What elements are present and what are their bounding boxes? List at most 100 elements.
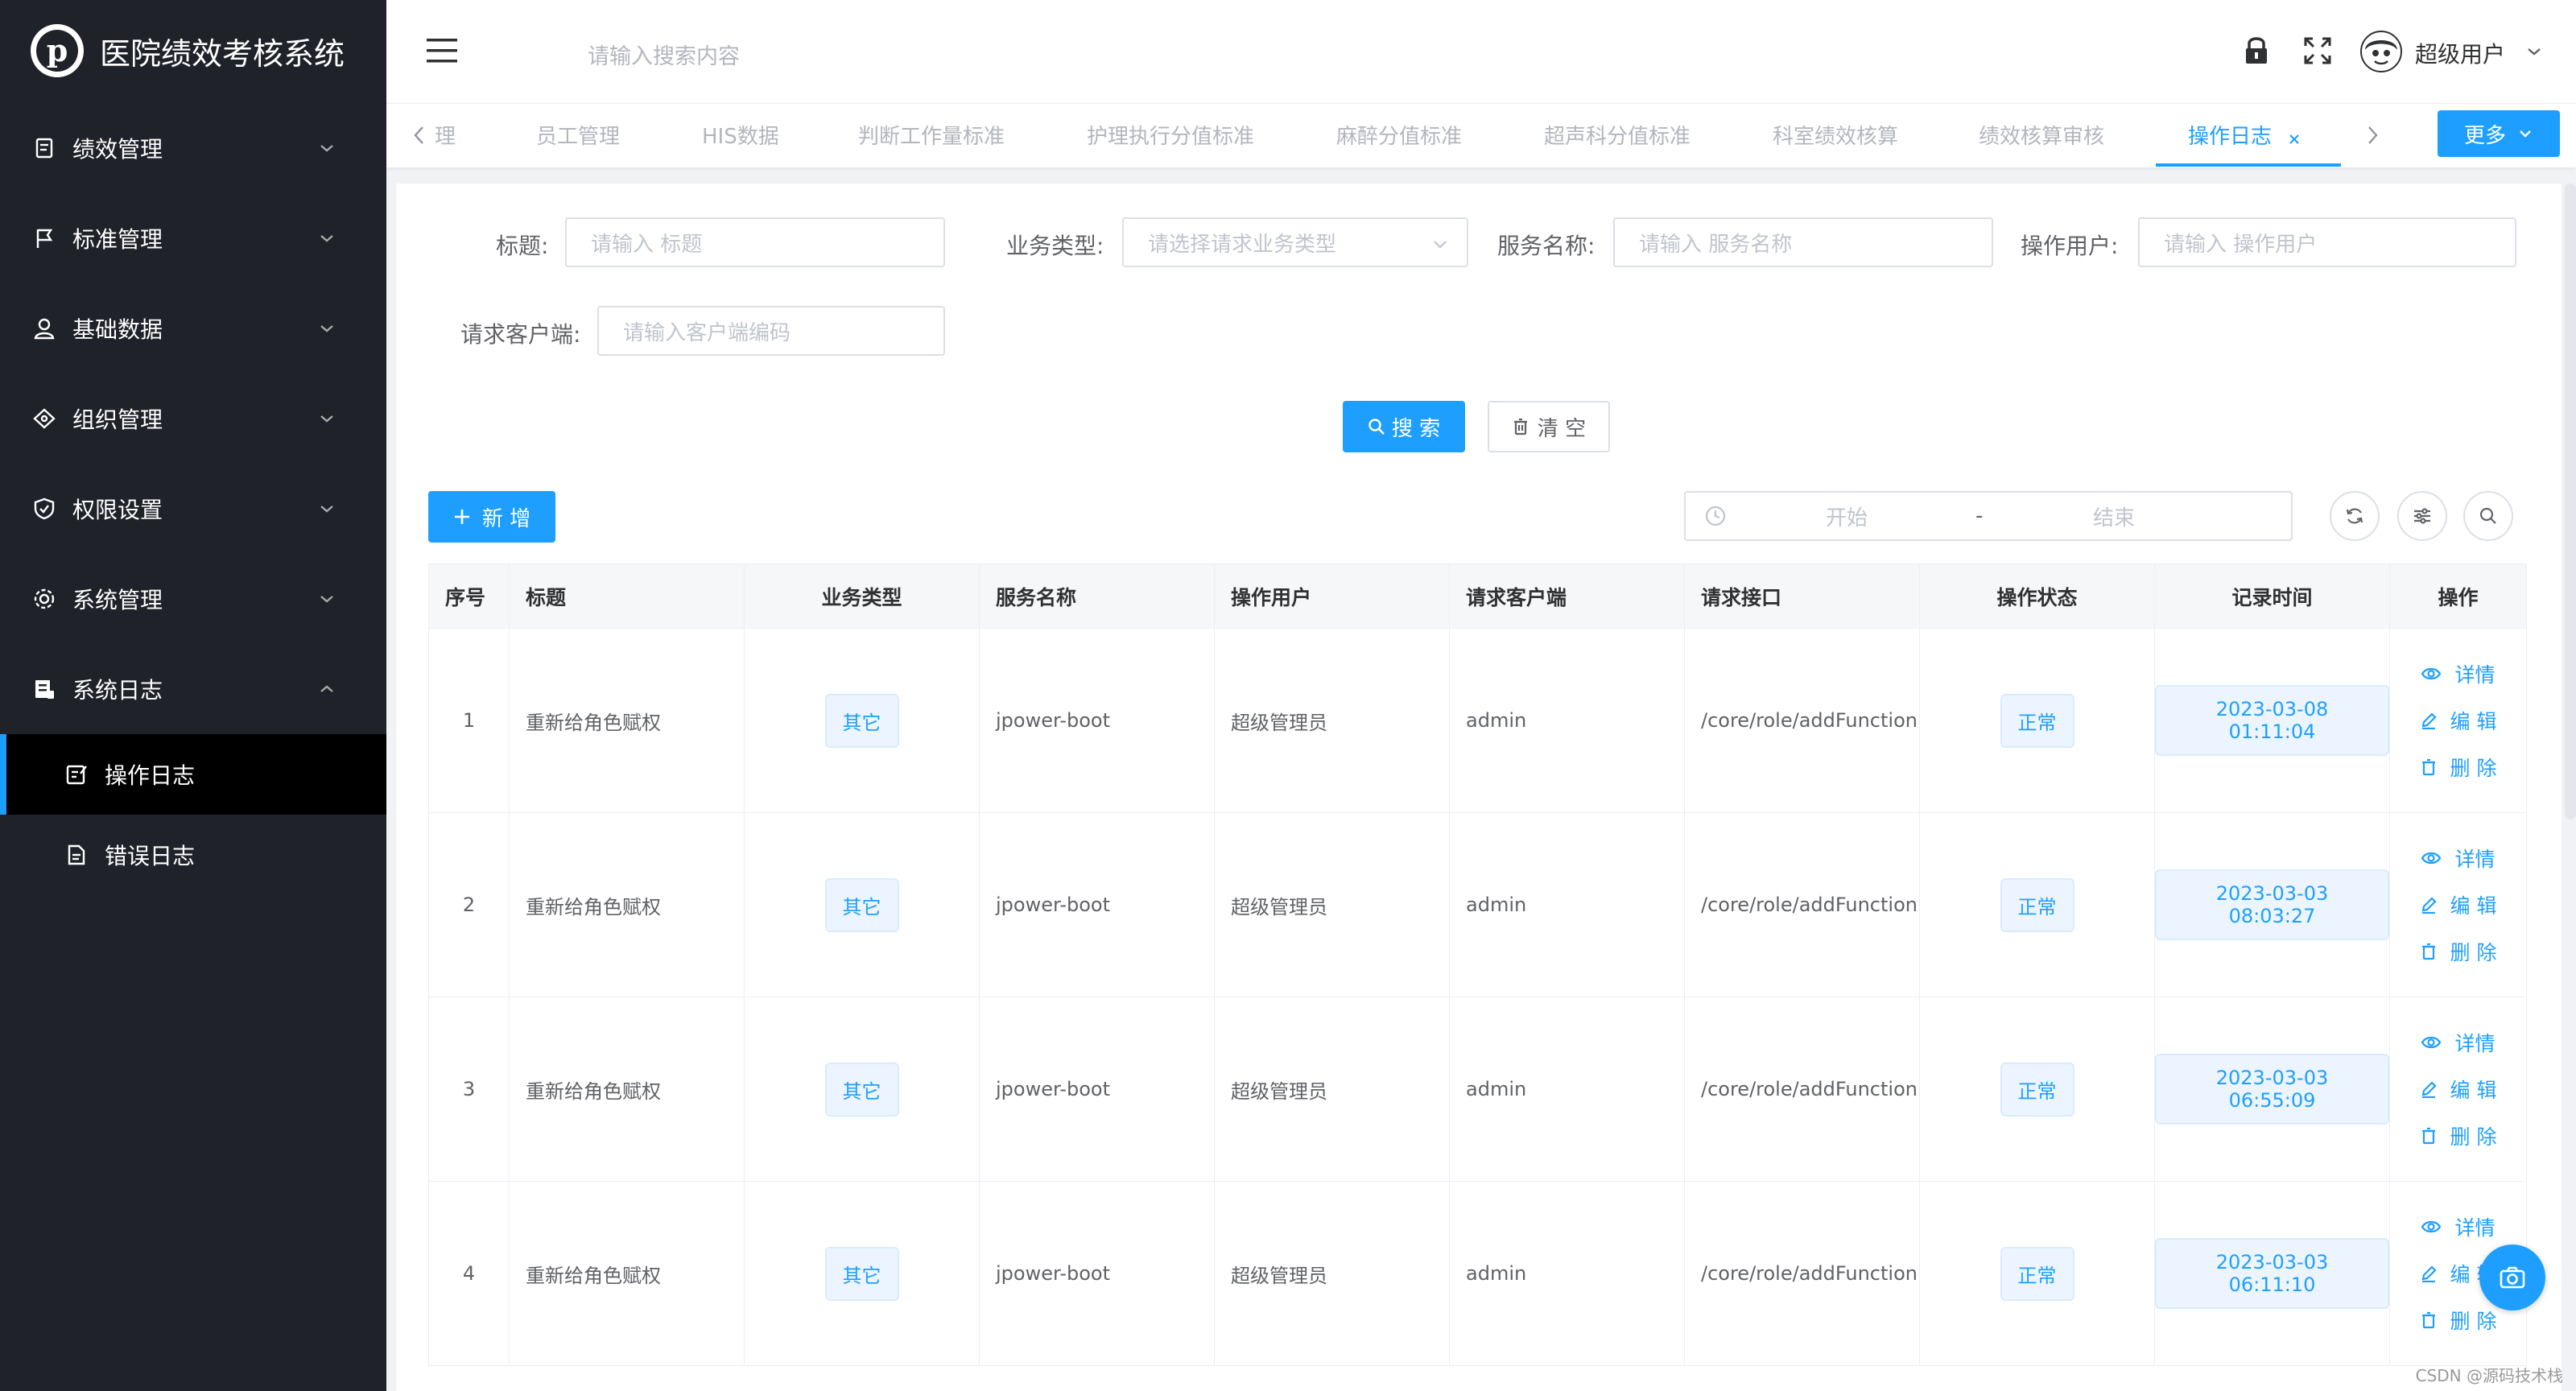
delete-button[interactable]: 删 除 [2390,1121,2526,1150]
tab-item[interactable]: HIS数据 [702,120,779,150]
menu-toggle-icon[interactable] [427,39,457,66]
delete-button[interactable]: 删 除 [2390,753,2526,782]
sidebar-item-system-log[interactable]: 系统日志 [0,644,386,734]
plus-icon [454,510,469,524]
delete-button[interactable]: 删 除 [2390,937,2526,966]
sidebar-item-basic-data[interactable]: 基础数据 [0,283,386,374]
toggle-search-button[interactable] [2463,491,2513,541]
sliders-icon [2414,508,2430,524]
tab-item[interactable]: 麻醉分值标准 [1336,120,1462,150]
more-tabs-button[interactable]: 更多 [2438,110,2560,157]
close-icon[interactable] [2288,133,2301,146]
refresh-button[interactable] [2330,491,2380,541]
clear-button[interactable]: 清 空 [1488,401,1610,452]
cell-biz-type: 其它 [744,628,980,813]
shield-icon [34,497,55,520]
edit-icon [2421,897,2437,914]
sidebar-subitem-label: 操作日志 [105,762,196,789]
user-name[interactable]: 超级用户 [2415,37,2505,69]
fullscreen-icon[interactable] [2304,37,2331,68]
delete-label: 删 除 [2450,757,2497,780]
delete-button[interactable]: 删 除 [2390,1306,2526,1335]
tab-item[interactable]: 员工管理 [536,120,620,150]
edit-icon [2421,1265,2437,1282]
detail-button[interactable]: 详情 [2390,1212,2526,1241]
cell-user: 超级管理员 [1214,1181,1450,1366]
chevron-down-icon[interactable] [2524,42,2544,61]
tab-operation-log[interactable]: 操作日志 [2188,120,2272,150]
top-header: 请输入搜索内容 超级用户 [386,0,2576,103]
pinterest-logo-icon: p [31,24,84,77]
columns-button[interactable] [2397,491,2447,541]
tab-item[interactable]: 理 [435,120,456,150]
watermark: CSDN @源码技术栈 [2415,1366,2563,1385]
client-filter-input[interactable]: 请输入客户端编码 [597,306,945,356]
title-filter-input[interactable]: 请输入 标题 [565,217,945,267]
chevron-down-icon [320,506,333,513]
tab-item[interactable]: 护理执行分值标准 [1087,120,1254,150]
sidebar-item-organization[interactable]: 组织管理 [0,374,386,464]
sidebar-item-label: 组织管理 [72,407,163,433]
edit-button[interactable]: 编 辑 [2390,1075,2526,1104]
lock-icon[interactable] [2243,35,2270,69]
cell-no: 4 [428,1181,510,1366]
sidebar-subitem-error-log[interactable]: 错误日志 [0,815,386,895]
log-icon [35,680,54,699]
cell-biz-type: 其它 [744,1181,980,1366]
avatar[interactable] [2360,31,2402,76]
table-row: 4 重新给角色赋权 其它 jpower-boot 超级管理员 admin/core/rol… [428,1181,2527,1366]
biz-type-tag: 其它 [824,877,899,932]
date-separator: - [1975,504,1984,528]
flag-icon [36,229,53,248]
more-button-label: 更多 [2463,123,2506,148]
sidebar-item-label: 基础数据 [72,316,163,343]
date-range-picker[interactable]: 开始 - 结束 [1684,491,2293,541]
sidebar-subitem-label: 错误日志 [105,843,196,869]
sidebar-item-standards[interactable]: 标准管理 [0,193,386,283]
tab-item[interactable]: 判断工作量标准 [858,120,1005,150]
cell-api: /core/role/addFunction [1684,628,1920,813]
sidebar-item-permissions[interactable]: 权限设置 [0,464,386,554]
tab-item[interactable]: 科室绩效核算 [1773,120,1898,150]
cell-service: jpower-boot [979,628,1215,813]
biz-type-tag: 其它 [824,693,899,748]
chevron-down-icon [320,145,333,152]
add-button[interactable]: 新 增 [428,491,555,543]
trash-icon [2421,943,2435,960]
edit-button[interactable]: 编 辑 [2390,706,2526,735]
service-filter-input[interactable]: 请输入 服务名称 [1613,217,1993,267]
biz-type-select[interactable]: 请选择请求业务类型 [1122,217,1468,267]
table-header-row: 序号 标题 业务类型 服务名称 操作用户 请求客户端 请求接口 操作状态 记录时… [428,563,2527,629]
chevron-down-icon [2520,130,2531,138]
user-filter-input[interactable]: 请输入 操作用户 [2138,217,2516,267]
chevron-down-icon [320,415,333,423]
detail-button[interactable]: 详情 [2390,844,2526,873]
sidebar-item-label: 系统日志 [72,677,163,704]
biz-type-placeholder: 请选择请求业务类型 [1148,232,1337,257]
tab-item[interactable]: 绩效核算审核 [1979,120,2104,150]
biz-type-tag: 其它 [824,1246,899,1301]
cell-biz-type: 其它 [744,812,980,997]
detail-button[interactable]: 详情 [2390,659,2526,688]
search-input[interactable]: 请输入搜索内容 [588,39,740,70]
cell-user: 超级管理员 [1214,628,1450,813]
tab-item[interactable]: 超声科分值标准 [1544,120,1690,150]
status-badge: 正常 [2000,877,2074,932]
detail-label: 详情 [2454,848,2496,871]
chevron-left-icon[interactable] [411,125,428,146]
detail-button[interactable]: 详情 [2390,1028,2526,1057]
page-scrollbar[interactable] [2565,184,2576,819]
chevron-right-icon[interactable] [2363,125,2381,146]
user-icon [34,318,55,340]
edit-button[interactable]: 编 辑 [2390,890,2526,919]
logo[interactable]: p 医院绩效考核系统 [0,0,386,101]
gear-icon [34,588,55,609]
screenshot-button[interactable] [2479,1244,2545,1311]
eye-icon [2421,852,2442,865]
sidebar-subitem-operation-log[interactable]: 操作日志 [0,734,386,815]
sidebar-item-system[interactable]: 系统管理 [0,554,386,644]
search-button[interactable]: 搜 索 [1343,401,1465,452]
sidebar-item-performance[interactable]: 绩效管理 [0,103,386,193]
cell-title: 重新给角色赋权 [509,628,745,813]
chevron-down-icon [1434,241,1447,249]
